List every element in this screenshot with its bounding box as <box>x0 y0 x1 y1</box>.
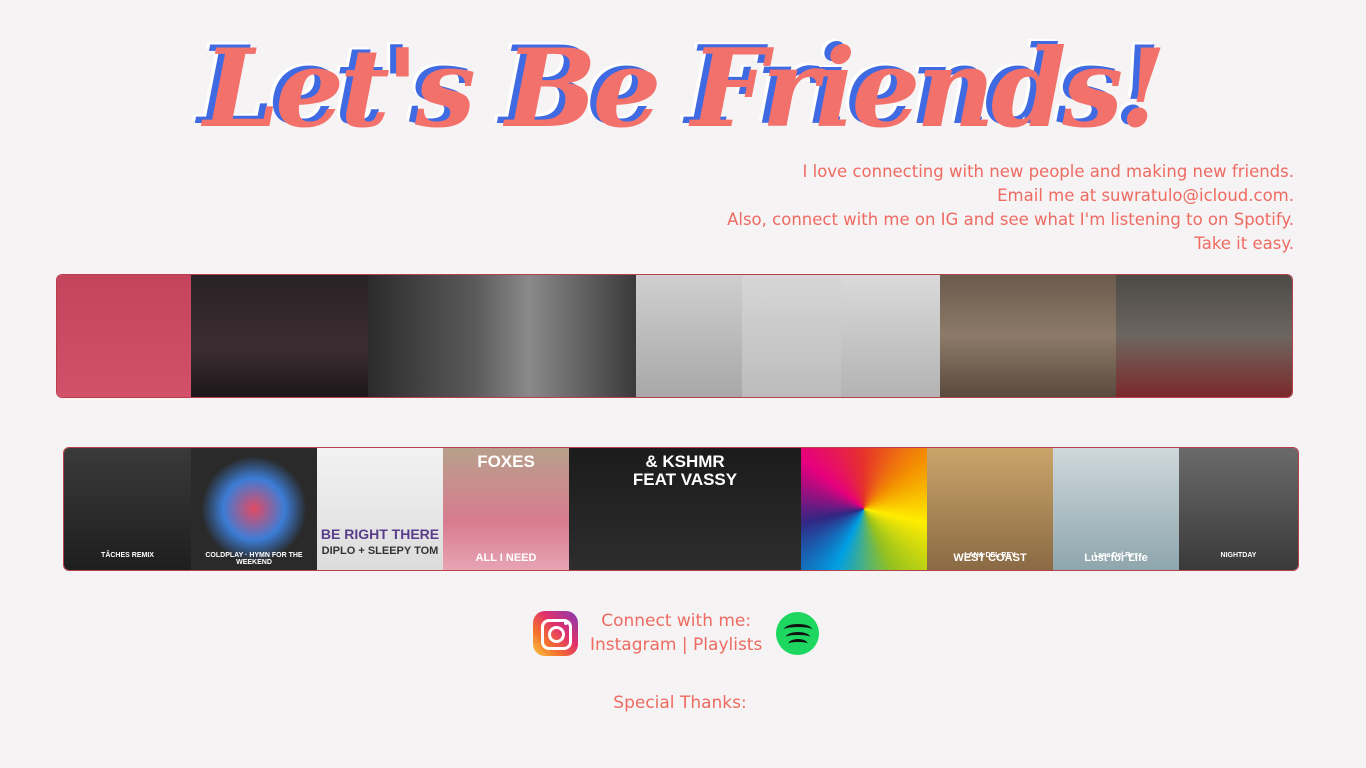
album-subcaption: ALL I NEED <box>475 552 537 564</box>
album-subcaption: DIPLO + SLEEPY TOM <box>321 545 439 557</box>
album-foxes-all-i-need: FOXES ALL I NEED <box>443 448 569 570</box>
album-lana-west-coast: LANA DEL REY WEST COAST <box>927 448 1053 570</box>
photo-man-in-blue-suit <box>57 275 191 397</box>
playlists-link[interactable]: Playlists <box>693 635 762 655</box>
intro-text: I love connecting with new people and ma… <box>727 160 1294 256</box>
album-caption: FOXES <box>477 452 535 471</box>
album-kshmr-secrets: & KSHMR FEAT VASSY <box>569 448 801 570</box>
connect-section: Connect with me: Instagram | Playlists <box>533 607 820 659</box>
album-lana-lust-for-life: Lana Del Rey Lust for Life <box>1053 448 1179 570</box>
album-be-right-there: BE RIGHT THERE DIPLO + SLEEPY TOM <box>317 448 443 570</box>
photo-strip <box>56 274 1293 398</box>
album-jamie-xx <box>801 448 927 570</box>
album-caption: COLDPLAY · HYMN FOR THE WEEKEND <box>205 552 303 566</box>
album-subcaption: WEST COAST <box>953 552 1027 564</box>
album-subcaption: FEAT VASSY <box>632 470 738 489</box>
instagram-icon[interactable] <box>533 610 578 656</box>
album-caption: BE RIGHT THERE <box>320 526 440 542</box>
album-caption: NIGHTDAY <box>1220 552 1257 559</box>
album-caption: TÂCHES REMIX <box>101 552 154 559</box>
photo-sketch-woman <box>742 275 841 397</box>
photo-sketch-portraits <box>636 275 742 397</box>
connect-text: Connect with me: Instagram | Playlists <box>590 609 762 657</box>
album-caption: & KSHMR <box>645 452 725 471</box>
album-strip: TÂCHES REMIX COLDPLAY · HYMN FOR THE WEE… <box>63 447 1299 571</box>
photo-group-at-theater <box>191 275 368 397</box>
photo-group-red-chairs <box>1116 275 1292 397</box>
intro-line: I love connecting with new people and ma… <box>802 162 1295 181</box>
connect-label: Connect with me: <box>601 611 752 631</box>
special-thanks: Special Thanks: <box>613 693 747 713</box>
album-zhu-nightday: NIGHTDAY <box>1179 448 1298 570</box>
album-subcaption: Lust for Life <box>1084 552 1148 564</box>
photo-couple-bw <box>368 275 636 397</box>
intro-line: Also, connect with me on IG and see what… <box>727 210 1294 229</box>
page-title: Let's Be Friends! <box>203 26 1166 152</box>
intro-line: Take it easy. <box>1194 234 1294 253</box>
intro-line-email: Email me at suwratulo@icloud.com. <box>997 186 1294 205</box>
instagram-link[interactable]: Instagram <box>590 635 677 655</box>
link-separator: | <box>681 635 688 655</box>
album-coldplay-hymn: COLDPLAY · HYMN FOR THE WEEKEND <box>191 448 317 570</box>
photo-two-women-couch <box>940 275 1116 397</box>
photo-sketch-superman <box>841 275 940 397</box>
spotify-icon[interactable] <box>776 611 820 655</box>
album-zhu-taches-remix: TÂCHES REMIX <box>64 448 191 570</box>
